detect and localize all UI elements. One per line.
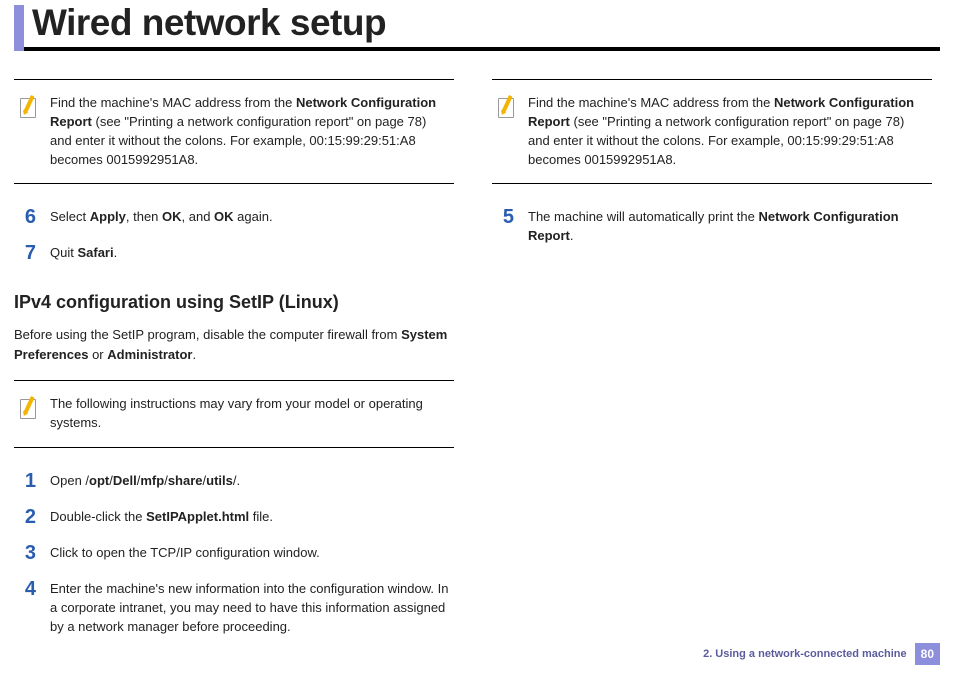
step-number: 5: [492, 206, 514, 228]
page-header: Wired network setup: [14, 0, 940, 51]
note-text: The following instructions may vary from…: [50, 395, 450, 433]
header-accent: [14, 5, 24, 51]
note-text: Find the machine's MAC address from the …: [50, 94, 450, 169]
step-text: Open /opt/Dell/mfp/share/utils/.: [50, 470, 454, 491]
step-7: 7 Quit Safari.: [14, 242, 454, 264]
step-text: Double-click the SetIPApplet.html file.: [50, 506, 454, 527]
page-footer: 2. Using a network-connected machine 80: [703, 643, 940, 665]
step-5: 5 The machine will automatically print t…: [492, 206, 932, 246]
step-number: 4: [14, 578, 36, 600]
pencil-note-icon: [18, 94, 40, 120]
left-column: Find the machine's MAC address from the …: [14, 51, 454, 651]
pencil-note-icon: [18, 395, 40, 421]
section-intro: Before using the SetIP program, disable …: [14, 325, 454, 364]
step-6: 6 Select Apply, then OK, and OK again.: [14, 206, 454, 228]
linux-step-3: 3 Click to open the TCP/IP configuration…: [14, 542, 454, 564]
step-number: 7: [14, 242, 36, 264]
page-title: Wired network setup: [32, 4, 386, 45]
step-text: Enter the machine's new information into…: [50, 578, 454, 637]
linux-step-1: 1 Open /opt/Dell/mfp/share/utils/.: [14, 470, 454, 492]
linux-step-4: 4 Enter the machine's new information in…: [14, 578, 454, 637]
step-number: 6: [14, 206, 36, 228]
note-instructions-vary: The following instructions may vary from…: [14, 380, 454, 448]
note-mac-address-left: Find the machine's MAC address from the …: [14, 79, 454, 184]
note-text: Find the machine's MAC address from the …: [528, 94, 928, 169]
step-text: The machine will automatically print the…: [528, 206, 932, 246]
step-number: 2: [14, 506, 36, 528]
step-text: Quit Safari.: [50, 242, 454, 263]
footer-page-number: 80: [915, 643, 940, 665]
footer-chapter: 2. Using a network-connected machine: [703, 648, 907, 660]
note-mac-address-right: Find the machine's MAC address from the …: [492, 79, 932, 184]
linux-step-2: 2 Double-click the SetIPApplet.html file…: [14, 506, 454, 528]
content-columns: Find the machine's MAC address from the …: [0, 51, 954, 651]
step-text: Select Apply, then OK, and OK again.: [50, 206, 454, 227]
step-number: 1: [14, 470, 36, 492]
step-number: 3: [14, 542, 36, 564]
step-text: Click to open the TCP/IP configuration w…: [50, 542, 454, 563]
right-column: Find the machine's MAC address from the …: [492, 51, 932, 651]
section-heading-ipv4-linux: IPv4 configuration using SetIP (Linux): [14, 292, 454, 313]
pencil-note-icon: [496, 94, 518, 120]
